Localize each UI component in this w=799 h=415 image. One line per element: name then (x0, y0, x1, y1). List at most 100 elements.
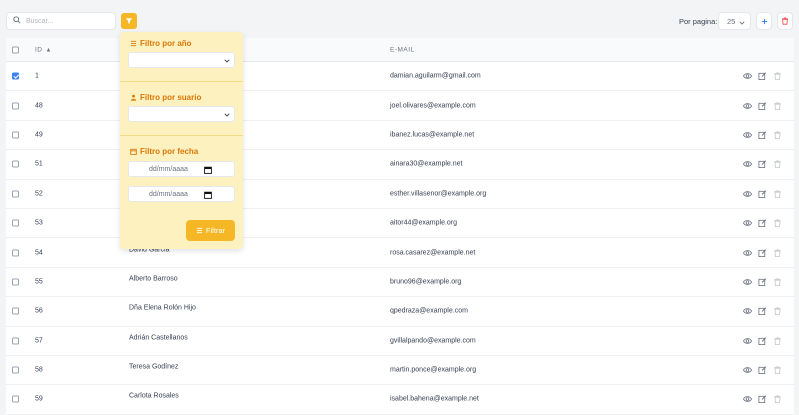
user-filter-title: Filtro por suario (130, 93, 201, 102)
eye-icon[interactable] (743, 101, 752, 110)
row-actions (743, 248, 782, 257)
row-checkbox[interactable] (12, 366, 19, 374)
row-actions (743, 277, 782, 286)
row-actions (743, 395, 782, 404)
row-email: gvillalpando@example.com (390, 337, 476, 345)
filter-toggle-button[interactable] (121, 13, 137, 29)
filter-panel: Filtro por año Filtro por suario Filtro … (120, 32, 243, 249)
search-icon (13, 16, 21, 26)
row-actions (743, 336, 782, 345)
row-checkbox[interactable] (12, 102, 19, 110)
calendar-icon (130, 148, 137, 155)
edit-icon[interactable] (758, 219, 767, 228)
row-id: 53 (35, 219, 43, 227)
edit-icon[interactable] (758, 189, 767, 198)
search-box[interactable] (6, 12, 116, 30)
edit-icon[interactable] (758, 336, 767, 345)
bulk-delete-button[interactable] (777, 12, 793, 30)
edit-icon[interactable] (758, 366, 767, 375)
sort-asc-icon: ▲ (45, 47, 52, 53)
row-checkbox[interactable] (12, 395, 19, 403)
trash-icon[interactable] (773, 248, 782, 257)
trash-icon[interactable] (773, 277, 782, 286)
row-checkbox[interactable] (12, 190, 19, 198)
row-checkbox[interactable] (12, 72, 19, 80)
apply-filter-button[interactable]: Filtrar (186, 220, 235, 241)
eye-icon[interactable] (743, 219, 752, 228)
trash-icon[interactable] (773, 395, 782, 404)
eye-icon[interactable] (743, 160, 752, 169)
eye-icon[interactable] (743, 189, 752, 198)
row-actions (743, 307, 782, 316)
row-name: Teresa Godínez (129, 363, 179, 371)
edit-icon[interactable] (758, 248, 767, 257)
year-select[interactable] (128, 52, 235, 68)
chevron-down-icon (739, 19, 745, 28)
column-header-id[interactable]: ID ▲ (35, 46, 52, 53)
eye-icon[interactable] (743, 366, 752, 375)
table-row: 55 Alberto Barroso bruno96@example.org (6, 268, 794, 298)
edit-icon[interactable] (758, 277, 767, 286)
date-to-placeholder: dd/mm/aaaa (149, 190, 188, 198)
trash-icon[interactable] (773, 72, 782, 81)
row-checkbox[interactable] (12, 307, 19, 315)
row-id: 58 (35, 366, 43, 374)
row-email: bruno96@example.org (390, 278, 462, 286)
trash-icon[interactable] (773, 189, 782, 198)
row-name: Dña Elena Rolón Hijo (129, 304, 196, 312)
chevron-down-icon (224, 112, 230, 120)
row-email: martin.ponce@example.org (390, 366, 477, 374)
row-checkbox[interactable] (12, 160, 19, 168)
edit-icon[interactable] (758, 395, 767, 404)
row-actions (743, 219, 782, 228)
edit-icon[interactable] (758, 72, 767, 81)
per-page-select[interactable]: 25 (718, 12, 751, 30)
row-id: 52 (35, 190, 43, 198)
trash-icon[interactable] (773, 336, 782, 345)
row-checkbox[interactable] (12, 278, 19, 286)
trash-icon (781, 17, 789, 25)
user-filter-section: Filtro por suario (120, 82, 243, 136)
eye-icon[interactable] (743, 130, 752, 139)
date-to-input[interactable]: dd/mm/aaaa (128, 186, 235, 202)
row-email: rosa.casarez@example.net (390, 249, 476, 257)
date-from-placeholder: dd/mm/aaaa (149, 165, 188, 173)
year-filter-title: Filtro por año (130, 39, 192, 48)
eye-icon[interactable] (743, 248, 752, 257)
edit-icon[interactable] (758, 101, 767, 110)
eye-icon[interactable] (743, 307, 752, 316)
row-actions (743, 366, 782, 375)
add-button[interactable] (756, 12, 772, 30)
trash-icon[interactable] (773, 101, 782, 110)
filter-icon (125, 17, 133, 25)
date-from-input[interactable]: dd/mm/aaaa (128, 161, 235, 177)
row-email: ibanez.lucas@example.net (390, 131, 475, 139)
row-checkbox[interactable] (12, 249, 19, 257)
trash-icon[interactable] (773, 307, 782, 316)
trash-icon[interactable] (773, 130, 782, 139)
row-checkbox[interactable] (12, 337, 19, 345)
table-row: 56 Dña Elena Rolón Hijo qpedraza@example.c… (6, 297, 794, 327)
eye-icon[interactable] (743, 277, 752, 286)
eye-icon[interactable] (743, 336, 752, 345)
trash-icon[interactable] (773, 219, 782, 228)
row-checkbox[interactable] (12, 219, 19, 227)
list-icon (130, 40, 137, 47)
eye-icon[interactable] (743, 72, 752, 81)
search-input[interactable] (26, 17, 111, 25)
row-checkbox[interactable] (12, 131, 19, 139)
eye-icon[interactable] (743, 395, 752, 404)
row-id: 55 (35, 278, 43, 286)
user-select[interactable] (128, 106, 235, 122)
edit-icon[interactable] (758, 307, 767, 316)
select-all-checkbox[interactable] (12, 46, 19, 53)
table-row: 57 Adrián Castellanos gvillalpando@example… (6, 327, 794, 356)
row-id: 57 (35, 337, 43, 345)
row-actions (743, 160, 782, 169)
trash-icon[interactable] (773, 366, 782, 375)
row-name: Adrián Castellanos (129, 334, 188, 342)
edit-icon[interactable] (758, 130, 767, 139)
edit-icon[interactable] (758, 160, 767, 169)
column-header-email[interactable]: E-MAIL (390, 46, 415, 53)
trash-icon[interactable] (773, 160, 782, 169)
